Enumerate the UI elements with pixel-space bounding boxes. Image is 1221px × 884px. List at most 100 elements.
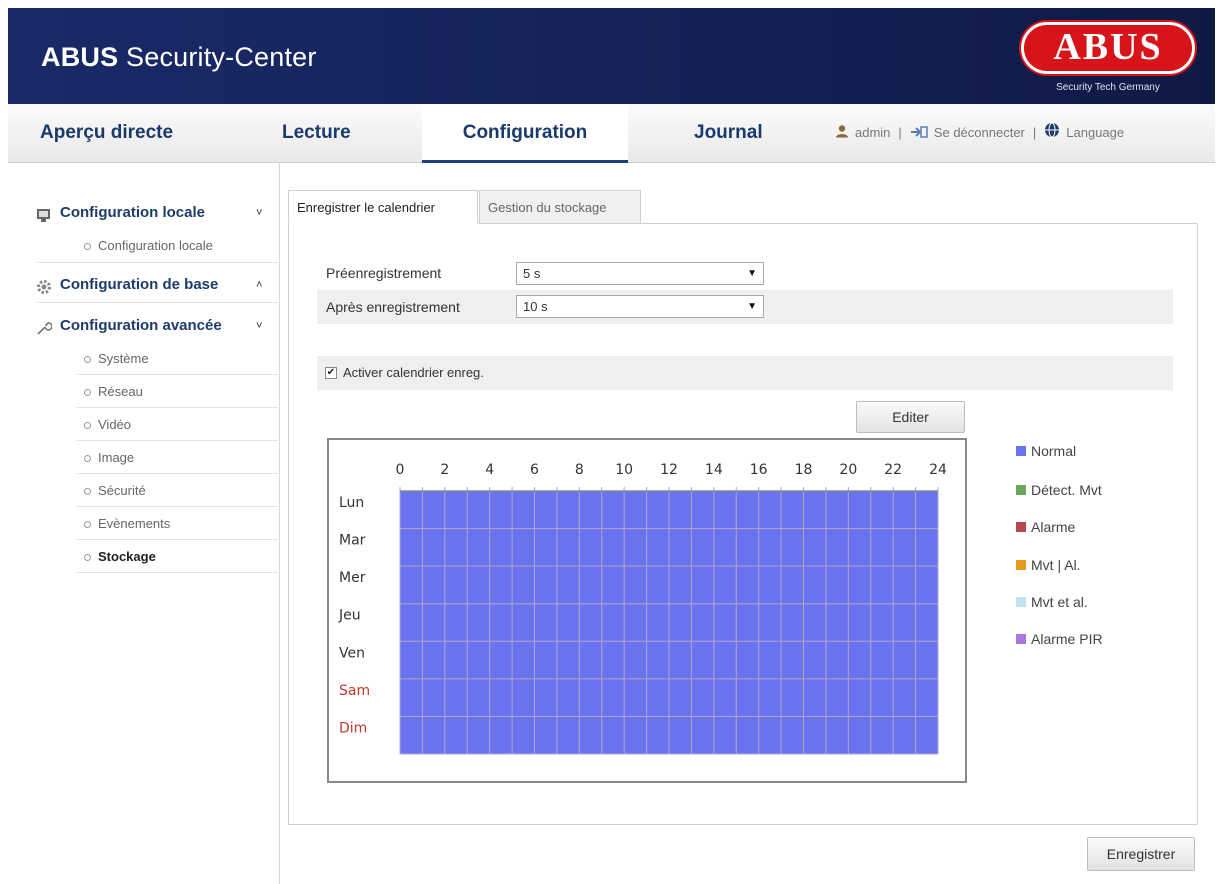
nav-separator-2: |	[1032, 125, 1037, 140]
bullet-icon	[84, 487, 91, 495]
pre-record-row: Préenregistrement 5 s ▼	[289, 256, 1169, 290]
legend-item[interactable]: Mvt et al.	[1016, 594, 1088, 610]
hour-tick-label: 16	[750, 462, 768, 478]
legend-item[interactable]: Alarme	[1016, 519, 1075, 535]
sidebar-divider	[36, 262, 278, 263]
tab-live-view[interactable]: Aperçu directe	[40, 104, 173, 163]
app-header: ABUS Security-Center ABUS Security Tech …	[8, 8, 1215, 104]
legend-swatch	[1016, 522, 1026, 533]
bullet-icon	[84, 355, 91, 363]
legend-label: Mvt | Al.	[1031, 557, 1081, 573]
save-button[interactable]: Enregistrer	[1087, 837, 1195, 871]
legend-label: Alarme	[1031, 519, 1076, 535]
pre-record-select[interactable]: 5 s ▼	[516, 262, 764, 285]
sidebar-item-network[interactable]: Réseau	[76, 376, 278, 408]
gear-icon	[36, 276, 52, 294]
schedule-chart[interactable]: 0 2 4 6 8 10 12 14 16 18 20 22 24LunMarMerJeuVenSamD…	[329, 440, 965, 781]
sidebar-section-local[interactable]: Configuration locale	[36, 198, 205, 228]
logout-link[interactable]: Se déconnecter	[934, 125, 1025, 140]
hour-tick-label: 22	[884, 462, 902, 478]
sidebar: Configuration locale ˅ Configuration loc…	[8, 163, 280, 884]
legend-item[interactable]: Détect. Mvt	[1016, 482, 1102, 498]
post-record-row: Après enregistrement 10 s ▼	[317, 290, 1173, 324]
post-record-label: Après enregistrement	[326, 299, 460, 315]
main-nav: Aperçu directe Lecture Configuration Jou…	[8, 104, 1215, 163]
legend-swatch	[1016, 485, 1026, 496]
tab-record-schedule[interactable]: Enregistrer le calendrier	[288, 190, 478, 224]
username: admin	[855, 125, 891, 140]
logout-icon	[910, 105, 928, 163]
legend-swatch	[1016, 560, 1026, 571]
bullet-icon	[84, 388, 91, 396]
pre-record-value: 5 s	[523, 266, 541, 281]
enable-schedule-checkbox[interactable]: ✔	[325, 367, 337, 379]
tab-journal[interactable]: Journal	[694, 104, 763, 163]
tab-storage-management[interactable]: Gestion du stockage	[479, 190, 641, 224]
hour-tick-label: 6	[530, 462, 539, 478]
day-label-lun: Lun	[339, 495, 364, 511]
language-link[interactable]: Language	[1066, 125, 1124, 140]
day-label-dim: Dim	[339, 720, 367, 736]
post-record-select[interactable]: 10 s ▼	[516, 295, 764, 318]
edit-button[interactable]: Editer	[856, 401, 965, 433]
logo-text: ABUS	[1053, 26, 1163, 68]
globe-icon	[1044, 105, 1060, 163]
sidebar-item-events[interactable]: Evènements	[76, 508, 278, 540]
schedule-panel: Préenregistrement 5 s ▼ Après enregistre…	[288, 223, 1198, 825]
legend-label: Détect. Mvt	[1031, 482, 1102, 498]
monitor-icon	[36, 204, 52, 222]
post-record-value: 10 s	[523, 299, 548, 314]
sidebar-item-local-config[interactable]: Configuration locale	[76, 230, 278, 262]
hour-tick-label: 4	[485, 462, 494, 478]
sidebar-item-system[interactable]: Système	[76, 343, 278, 375]
bullet-icon	[84, 421, 91, 429]
chevron-down-icon[interactable]: ˅	[256, 198, 262, 228]
enable-schedule-label: Activer calendrier enreg.	[343, 365, 484, 380]
sidebar-item-video[interactable]: Vidéo	[76, 409, 278, 441]
bullet-icon	[84, 553, 91, 561]
user-icon	[835, 105, 849, 163]
legend-label: Normal	[1031, 443, 1077, 459]
legend-item[interactable]: Mvt | Al.	[1016, 557, 1081, 573]
pre-record-label: Préenregistrement	[326, 265, 442, 281]
sidebar-section-base[interactable]: Configuration de base	[36, 270, 218, 300]
app-title: ABUS Security-Center	[41, 42, 317, 72]
hour-tick-label: 24	[929, 462, 947, 478]
hour-tick-label: 2	[440, 462, 449, 478]
schedule-grid[interactable]: 0 2 4 6 8 10 12 14 16 18 20 22 24 Lun Mar Mer Jeu Ven Sam D…	[327, 438, 967, 783]
logo-tagline: Security Tech Germany	[1056, 82, 1160, 93]
user-area: admin | Se déconnecter | Language	[835, 104, 1124, 163]
abus-logo: ABUS Security Tech Germany	[1021, 22, 1195, 98]
tab-configuration[interactable]: Configuration	[422, 104, 628, 163]
sidebar-item-security[interactable]: Sécurité	[76, 475, 278, 507]
sidebar-section-advanced[interactable]: Configuration avancée	[36, 311, 222, 341]
dropdown-arrow-icon: ▼	[747, 301, 757, 312]
chevron-down-icon[interactable]: ˅	[256, 311, 262, 341]
day-label-sam: Sam	[339, 683, 370, 699]
hour-tick-label: 20	[839, 462, 857, 478]
legend-item[interactable]: Normal	[1016, 443, 1076, 459]
sidebar-item-storage[interactable]: Stockage	[76, 541, 278, 573]
sidebar-item-image[interactable]: Image	[76, 442, 278, 474]
hour-tick-label: 0	[396, 462, 405, 478]
nav-separator: |	[898, 125, 902, 140]
legend-swatch	[1016, 597, 1026, 608]
hour-tick-label: 10	[615, 462, 633, 478]
day-label-mar: Mar	[339, 533, 366, 549]
chevron-up-icon[interactable]: ˄	[256, 270, 262, 300]
day-label-mer: Mer	[339, 570, 366, 586]
wrench-icon	[36, 317, 53, 335]
day-label-jeu: Jeu	[338, 608, 361, 624]
hour-tick-label: 8	[575, 462, 584, 478]
hour-tick-label: 18	[795, 462, 813, 478]
bullet-icon	[84, 520, 91, 528]
tab-playback[interactable]: Lecture	[282, 104, 351, 163]
legend-item[interactable]: Alarme PIR	[1016, 631, 1103, 647]
hour-tick-label: 14	[705, 462, 723, 478]
legend-label: Mvt et al.	[1031, 594, 1088, 610]
dropdown-arrow-icon: ▼	[747, 268, 757, 279]
hour-tick-label: 12	[660, 462, 678, 478]
sidebar-divider	[36, 302, 278, 303]
legend-label: Alarme PIR	[1031, 631, 1103, 647]
enable-schedule-row: ✔ Activer calendrier enreg.	[317, 356, 1173, 390]
